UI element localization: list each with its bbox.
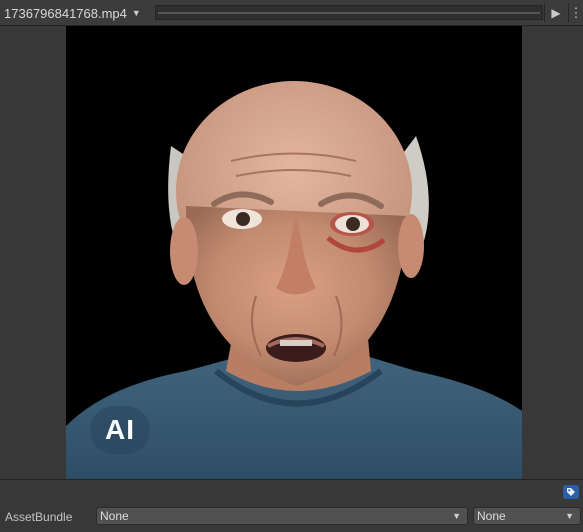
scrubber-track — [158, 12, 540, 14]
more-options-button[interactable]: ⋮ — [569, 3, 583, 22]
chevron-down-icon: ▼ — [452, 511, 461, 521]
play-icon: ▶ — [551, 6, 561, 20]
video-preview-frame: AI — [66, 26, 522, 479]
assetbundle-name-value: None — [100, 509, 129, 523]
video-preview-toolbar: 1736796841768.mp4 ▼ ▶ ⋮ — [0, 0, 583, 26]
tag-icon[interactable] — [563, 485, 579, 499]
clip-filename: 1736796841768.mp4 — [4, 5, 127, 21]
kebab-menu-icon: ⋮ — [569, 4, 583, 20]
timeline-scrubber[interactable] — [155, 5, 543, 20]
play-button[interactable]: ▶ — [548, 4, 564, 22]
panel-divider — [0, 479, 583, 480]
clip-selector-dropdown[interactable]: 1736796841768.mp4 ▼ — [4, 3, 141, 23]
toolbar-separator — [544, 3, 545, 22]
chevron-down-icon: ▼ — [565, 511, 574, 521]
chevron-down-icon: ▼ — [131, 8, 141, 18]
assetbundle-name-dropdown[interactable]: None ▼ — [96, 507, 468, 525]
ai-watermark: AI — [90, 406, 150, 454]
assetbundle-variant-value: None — [477, 509, 506, 523]
assetbundle-variant-dropdown[interactable]: None ▼ — [473, 507, 581, 525]
assetbundle-label: AssetBundle — [5, 510, 73, 524]
